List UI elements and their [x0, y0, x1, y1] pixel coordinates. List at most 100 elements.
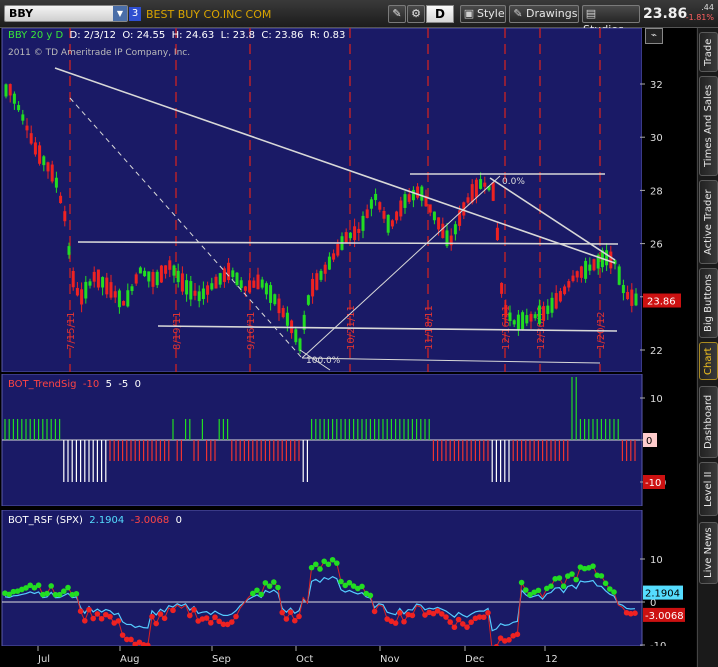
- study-title: BBY 20 y D: [8, 30, 64, 41]
- price-axis-label: 28: [650, 186, 663, 197]
- candle-body: [285, 312, 289, 326]
- candle-body: [395, 211, 399, 221]
- rsf-value-2: -3.0068: [130, 515, 170, 526]
- candle-body: [403, 194, 407, 208]
- rsf-marker-neg: -3.0068: [645, 611, 684, 622]
- candle-body: [164, 265, 168, 274]
- candle-body: [8, 84, 12, 96]
- time-axis-label: Oct: [296, 654, 313, 665]
- candle-body: [504, 305, 508, 318]
- rsf-dot: [44, 590, 50, 597]
- candle-body: [344, 232, 348, 244]
- settings-icon[interactable]: ⚙: [407, 5, 425, 23]
- tab-active-trader[interactable]: Active Trader: [699, 180, 718, 264]
- date-marker-label: 8/19/11: [172, 311, 183, 350]
- candle-body: [38, 145, 42, 164]
- price-pane[interactable]: 3230282624227/15/118/19/119/16/1110/21/1…: [0, 28, 696, 372]
- trend-value-4: 0: [134, 379, 142, 390]
- rsf-dot: [392, 620, 399, 626]
- tab-trade[interactable]: Trade: [699, 32, 718, 72]
- rsf-dot: [359, 583, 365, 590]
- time-axis-label: 12: [545, 654, 558, 665]
- symbol-input[interactable]: BBY ▼: [4, 5, 128, 22]
- rsf-dot: [212, 614, 218, 621]
- candle-body: [4, 84, 8, 97]
- candle-body: [407, 194, 411, 202]
- time-axis: Jul Aug Sep Oct Nov Dec 12: [0, 646, 696, 667]
- candle-body: [374, 193, 378, 201]
- trend-signal-pane[interactable]: 20100-10-200-10: [0, 374, 696, 506]
- symbol-dropdown-icon[interactable]: ▼: [113, 6, 127, 21]
- tab-chart[interactable]: Chart: [699, 342, 718, 380]
- style-button[interactable]: ▣ Style: [460, 5, 506, 23]
- bar-close: C: 23.86: [261, 30, 304, 41]
- rsf-dot: [229, 619, 235, 625]
- candle-body: [109, 282, 113, 298]
- rsf-dot: [632, 610, 638, 616]
- link-group-number[interactable]: 3: [129, 7, 141, 21]
- candle-body: [84, 281, 88, 299]
- rsf-dot: [371, 608, 378, 615]
- candle-body: [319, 270, 323, 280]
- rsf-dot: [464, 624, 470, 630]
- rsf-dot: [187, 612, 193, 619]
- rsf-pane[interactable]: 100-102.1904-3.0068: [0, 510, 696, 646]
- candle-body: [382, 210, 386, 219]
- rsf-dot: [455, 616, 462, 623]
- rsf-dot: [65, 584, 71, 591]
- candle-body: [294, 329, 298, 343]
- candle-body: [571, 275, 575, 282]
- tab-dashboard[interactable]: Dashboard: [699, 386, 718, 458]
- candle-body: [155, 271, 159, 286]
- tab-level-ii[interactable]: Level II: [699, 462, 718, 516]
- candle-body: [88, 281, 92, 286]
- tab-live-news[interactable]: Live News: [699, 522, 718, 584]
- candle-body: [399, 200, 403, 217]
- rsf-dot: [313, 561, 319, 568]
- rsf-dot: [128, 636, 134, 643]
- candle-body: [592, 259, 596, 271]
- candle-body: [546, 305, 550, 314]
- candle-body: [537, 305, 541, 324]
- time-axis-label: Jul: [37, 654, 50, 665]
- candle-body: [416, 186, 420, 198]
- candle-body: [533, 314, 537, 319]
- rsf-dot: [598, 573, 605, 579]
- candle-body: [67, 246, 71, 255]
- rsf-dot: [548, 583, 554, 589]
- candle-body: [138, 267, 142, 274]
- candle-body: [54, 177, 58, 188]
- drawing-tools-icon[interactable]: ✎: [388, 5, 406, 23]
- rsf-dot: [506, 637, 512, 643]
- bar-open: O: 24.55: [122, 30, 166, 41]
- chart-settings-icon[interactable]: ⌁: [645, 28, 663, 44]
- studies-button[interactable]: ▤Studies: [582, 5, 640, 36]
- date-marker-label: 9/16/11: [246, 311, 257, 350]
- symbol-text: BBY: [9, 7, 34, 20]
- rsf-dot: [590, 563, 596, 569]
- rsf-dot: [35, 582, 42, 589]
- candle-body: [172, 265, 176, 276]
- chart-area[interactable]: 3230282624227/15/118/19/119/16/1110/21/1…: [0, 28, 696, 667]
- tab-times-and-sales[interactable]: Times And Sales: [699, 76, 718, 176]
- drawings-button[interactable]: ✎ Drawings: [509, 5, 579, 23]
- candle-body: [470, 184, 474, 203]
- price-axis-label: 32: [650, 80, 663, 91]
- candle-body: [92, 271, 96, 282]
- candle-body: [126, 290, 130, 307]
- rsf-dot: [338, 578, 344, 585]
- candle-body: [189, 281, 193, 300]
- candle-body: [193, 290, 197, 296]
- copyright: 2011 © TD Ameritrade IP Company, Inc.: [8, 48, 191, 58]
- rsf-dot: [523, 587, 529, 593]
- tab-big-buttons[interactable]: Big Buttons: [699, 268, 718, 338]
- candle-body: [323, 264, 327, 274]
- candle-body: [214, 276, 218, 289]
- trend-value-2: 5: [105, 379, 112, 390]
- time-axis-label: Nov: [380, 654, 400, 665]
- rsf-dot: [115, 618, 122, 624]
- date-marker-label: 7/15/11: [66, 311, 77, 350]
- aggregation-button[interactable]: D: [426, 5, 454, 23]
- rsf-pane-bg: [1, 510, 643, 646]
- candle-body: [588, 264, 592, 271]
